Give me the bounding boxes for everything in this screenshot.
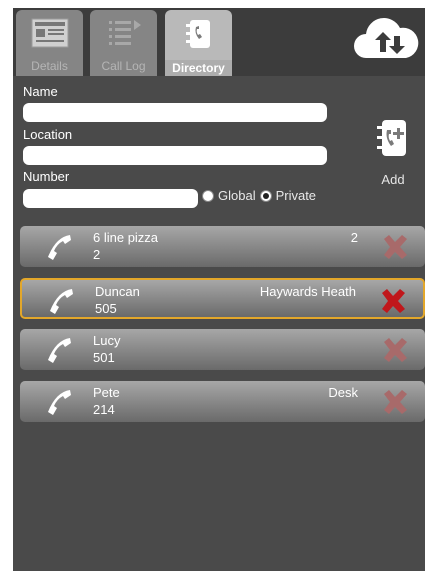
contact-location: 2 [350,230,358,245]
radio-private-label: Private [275,188,317,203]
contact-number: 505 [95,301,117,316]
contact-row[interactable]: Lucy 501 [20,329,425,370]
scope-radio-group: Global Private [202,188,316,203]
delete-icon[interactable] [379,288,407,317]
delete-icon[interactable] [381,389,409,418]
number-input[interactable] [23,189,198,208]
contact-location: Haywards Heath [259,284,356,299]
phone-icon [44,335,76,368]
radio-private[interactable] [259,189,272,202]
add-contact-button[interactable]: Add [368,116,418,187]
contact-number: 214 [93,402,115,417]
tab-call-log[interactable]: Call Log [90,10,157,76]
location-label: Location [23,127,73,142]
tab-label: Call Log [101,59,146,73]
phone-icon [44,232,76,265]
add-contact-icon [377,120,406,156]
contact-row[interactable]: Pete 214 Desk [20,381,425,422]
app-window: Details Call Log Directory Name Location… [13,8,425,571]
contact-location: Desk [328,385,358,400]
delete-icon[interactable] [381,234,409,263]
phone-book-icon [184,18,214,53]
contact-card-icon [31,18,69,51]
contact-name: Lucy [93,333,121,348]
number-label: Number [23,169,70,184]
cloud-sync-icon[interactable] [350,12,422,69]
contact-number: 2 [93,247,101,262]
radio-global[interactable] [202,189,214,202]
delete-icon[interactable] [381,337,409,366]
tab-directory[interactable]: Directory [165,10,232,76]
contact-number: 501 [93,350,115,365]
tab-label: Directory [165,60,232,76]
phone-icon [46,286,78,319]
radio-global-label: Global [218,188,256,203]
tab-details[interactable]: Details [16,10,83,76]
tab-bar: Details Call Log Directory [13,8,425,76]
contact-row[interactable]: Duncan 505 Haywards Heath [20,278,425,319]
tab-label: Details [31,59,68,73]
contact-name: Pete [93,385,120,400]
name-input[interactable] [23,103,327,122]
contact-name: Duncan [95,284,140,299]
location-input[interactable] [23,146,327,165]
contact-name: 6 line pizza [93,230,159,245]
contact-row[interactable]: 6 line pizza 2 2 [20,226,425,267]
add-label: Add [381,172,405,187]
phone-icon [44,387,76,420]
name-label: Name [23,84,58,99]
list-icon [106,18,142,53]
